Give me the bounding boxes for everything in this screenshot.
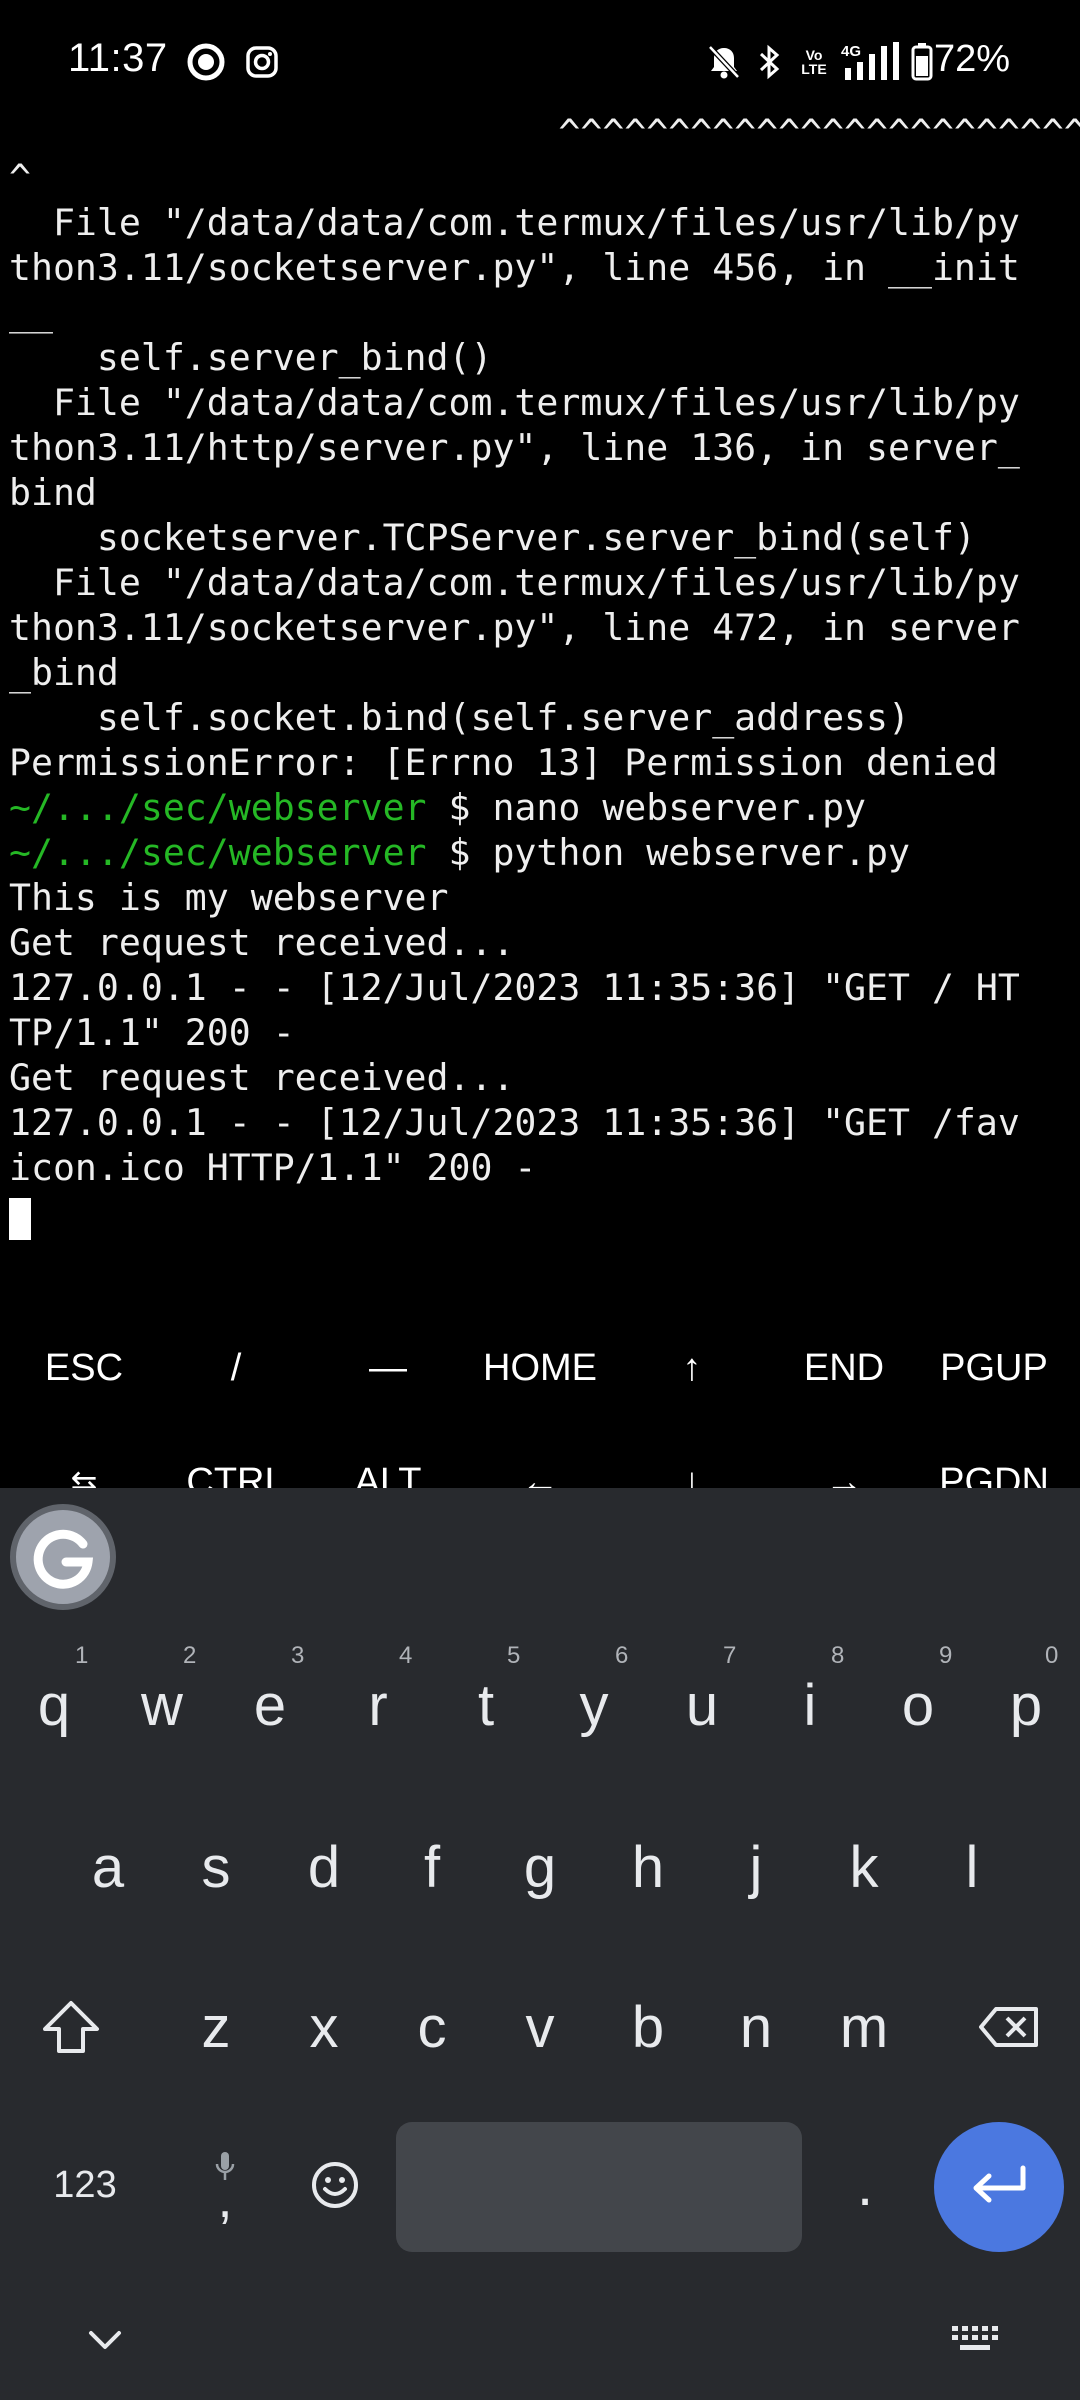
terminal-line: __ [9,291,53,334]
comma-key[interactable]: , [180,2130,270,2240]
terminal-line: self.server_bind() [9,336,493,379]
terminal-command-line: ~/.../sec/webserver $ python webserver.p… [9,830,910,875]
terminal-line: socketserver.TCPServer.server_bind(self) [9,516,976,559]
bluetooth-icon [752,42,786,82]
soft-keyboard [0,1488,1080,2400]
grammarly-button[interactable] [10,1504,116,1610]
key-j[interactable]: j [702,1812,810,1922]
terminal-line: File "/data/data/com.termux/files/usr/li… [9,201,1020,244]
key-h[interactable]: h [594,1812,702,1922]
chevron-down-icon [89,2331,121,2349]
terminal-command-line: ~/.../sec/webserver $ nano webserver.py [9,785,866,830]
terminal-cursor [9,1198,31,1240]
focus-mode-icon [186,42,226,82]
volte-icon: Vo LTE [801,47,827,77]
terminal-line: File "/data/data/com.termux/files/usr/li… [9,381,1020,424]
key-g[interactable]: g [486,1812,594,1922]
terminal-line: TP/1.1" 200 - [9,1011,295,1054]
end-key[interactable]: END [768,1318,920,1418]
terminal-line: thon3.11/http/server.py", line 136, in s… [9,426,1020,469]
key-w[interactable]: w [108,1650,216,1760]
key-q[interactable]: q [0,1650,108,1760]
backspace-icon [979,2007,1038,2047]
key-c[interactable]: c [378,1972,486,2082]
key-i[interactable]: i [756,1650,864,1760]
terminal-line: This is my webserver [9,876,449,919]
terminal-line: bind [9,471,97,514]
terminal-line: thon3.11/socketserver.py", line 456, in … [9,246,1020,289]
emoji-icon [312,2162,358,2208]
space-bar[interactable] [396,2122,802,2252]
key-y[interactable]: y [540,1650,648,1760]
slash-key[interactable]: / [160,1318,312,1418]
key-t[interactable]: t [432,1650,540,1760]
command-text: $ python webserver.py [426,831,910,874]
key-r[interactable]: r [324,1650,432,1760]
keyboard-switch-button[interactable] [930,2300,1020,2380]
symbols-key[interactable]: 123 [20,2130,150,2240]
svg-text:4G: 4G [841,43,861,60]
period-key[interactable]: . [820,2130,910,2240]
terminal-line: Get request received... [9,921,515,964]
key-l[interactable]: l [918,1812,1026,1922]
shell-prompt: ~/.../sec/webserver [9,831,427,874]
terminal-line: ^ [9,156,31,199]
battery-percent: 72% [933,38,1010,80]
terminal-line: 127.0.0.1 - - [12/Jul/2023 11:35:36] "GE… [9,1101,1020,1144]
key-v[interactable]: v [486,1972,594,2082]
status-time: 11:37 [68,36,168,80]
enter-icon [973,2165,1026,2203]
keyboard-icon [952,2326,998,2350]
instagram-icon [242,42,282,82]
home-key[interactable]: HOME [464,1318,616,1418]
pgup-key[interactable]: PGUP [918,1318,1070,1418]
terminal-line: File "/data/data/com.termux/files/usr/li… [9,561,1020,604]
shift-icon [43,2001,99,2053]
key-n[interactable]: n [702,1972,810,2082]
terminal-line: PermissionError: [Errno 13] Permission d… [9,741,998,784]
key-e[interactable]: e [216,1650,324,1760]
command-text: $ nano webserver.py [426,786,867,829]
terminal-line: self.socket.bind(self.server_address) [9,696,910,739]
emoji-key[interactable] [290,2130,380,2240]
comma-label: , [217,2169,233,2229]
terminal-line: thon3.11/socketserver.py", line 472, in … [9,606,1020,649]
terminal-line: 127.0.0.1 - - [12/Jul/2023 11:35:36] "GE… [9,966,1020,1009]
key-b[interactable]: b [594,1972,702,2082]
hide-keyboard-button[interactable] [60,2300,150,2380]
status-bar: 11:37 Vo LTE 4G 72% [0,0,1080,126]
bell-off-icon [704,42,744,82]
terminal-line: Get request received... [9,1056,515,1099]
shift-key[interactable] [10,1972,132,2082]
up-arrow-key[interactable]: ↑ [616,1318,768,1418]
key-z[interactable]: z [162,1972,270,2082]
enter-key[interactable] [934,2122,1064,2252]
key-d[interactable]: d [270,1812,378,1922]
key-x[interactable]: x [270,1972,378,2082]
key-f[interactable]: f [378,1812,486,1922]
terminal-line: ^^^^^^^^^^^^^^^^^^^^^^^^^^^^^^^^^^^^^^^ [558,111,1080,154]
key-m[interactable]: m [810,1972,918,2082]
terminal-output[interactable]: ^^^^^^^^^^^^^^^^^^^^^^^^^^^^^^^^^^^^^^^ … [0,110,1080,1280]
key-s[interactable]: s [162,1812,270,1922]
key-p[interactable]: p [972,1650,1080,1760]
key-u[interactable]: u [648,1650,756,1760]
key-o[interactable]: o [864,1650,972,1760]
grammarly-icon [33,1529,94,1589]
battery-icon [910,42,934,82]
terminal-line: icon.ico HTTP/1.1" 200 - [9,1146,537,1189]
esc-key[interactable]: ESC [8,1318,160,1418]
extra-keys-bar: ESC / — HOME ↑ END PGUP ⇆ CTRL ALT ← ↓ →… [0,1280,1080,1503]
backspace-key[interactable] [948,1972,1070,2082]
signal-icon: 4G [840,42,902,82]
key-k[interactable]: k [810,1812,918,1922]
shell-prompt: ~/.../sec/webserver [9,786,427,829]
terminal-line: _bind [9,651,119,694]
key-a[interactable]: a [54,1812,162,1922]
dash-key[interactable]: — [312,1318,464,1418]
